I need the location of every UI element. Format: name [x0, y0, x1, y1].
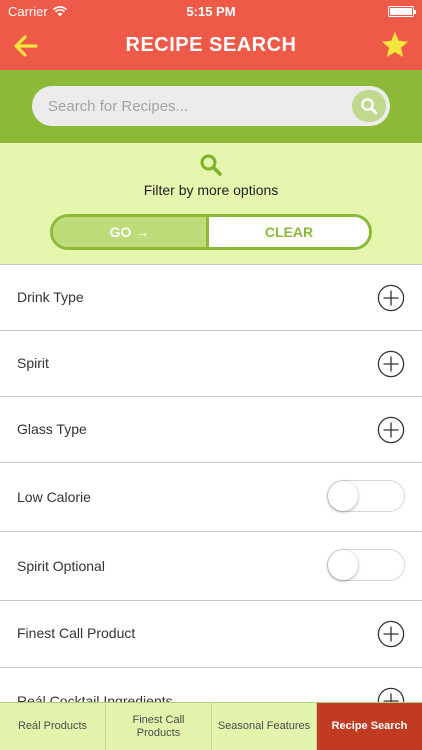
tab-finest-call-products[interactable]: Finest Call Products	[106, 703, 212, 750]
filter-caption: Filter by more options	[143, 182, 279, 198]
tab-real-products[interactable]: Reál Products	[0, 703, 106, 750]
tab-bar: Reál Products Finest Call Products Seaso…	[0, 702, 422, 750]
magnifier-icon	[200, 154, 222, 176]
expand-plus-icon[interactable]	[377, 620, 405, 648]
drink-type-label: Drink Type	[17, 289, 84, 305]
search-band	[0, 70, 422, 143]
real-cocktail-ingredients-label: Reál Cocktail Ingredients	[17, 693, 173, 702]
filter-panel: Filter by more options GO → CLEAR	[0, 143, 422, 264]
list-item-finest-call-product[interactable]: Finest Call Product	[0, 601, 422, 668]
list-item-spirit-optional: Spirit Optional	[0, 532, 422, 601]
search-input[interactable]	[48, 86, 348, 126]
search-icon	[361, 98, 378, 115]
filter-actions: GO → CLEAR	[50, 214, 372, 250]
finest-call-product-label: Finest Call Product	[17, 625, 136, 641]
tab-recipe-search[interactable]: Recipe Search	[317, 703, 422, 750]
low-calorie-label: Low Calorie	[17, 489, 91, 505]
go-button[interactable]: GO →	[53, 217, 206, 247]
nav-bar: RECIPE SEARCH	[0, 22, 422, 70]
low-calorie-toggle[interactable]	[327, 480, 405, 512]
search-button[interactable]	[352, 90, 386, 122]
status-bar: Carrier 5:15 PM	[0, 0, 422, 22]
search-box	[32, 86, 390, 126]
list-item-spirit[interactable]: Spirit	[0, 331, 422, 397]
list-item-glass-type[interactable]: Glass Type	[0, 397, 422, 463]
list-item-low-calorie: Low Calorie	[0, 463, 422, 532]
spirit-optional-label: Spirit Optional	[17, 558, 105, 574]
tab-seasonal-features[interactable]: Seasonal Features	[212, 703, 317, 750]
list-item-real-cocktail-ingredients[interactable]: Reál Cocktail Ingredients	[0, 668, 422, 702]
toggle-knob	[328, 550, 358, 580]
expand-plus-icon[interactable]	[377, 416, 405, 444]
list-item-drink-type[interactable]: Drink Type	[0, 265, 422, 331]
arrow-right-icon: →	[135, 224, 150, 240]
spirit-label: Spirit	[17, 355, 49, 371]
star-icon[interactable]	[380, 30, 410, 60]
toggle-knob	[328, 481, 358, 511]
battery-icon	[388, 6, 416, 17]
page-title: RECIPE SEARCH	[125, 34, 297, 56]
expand-plus-icon[interactable]	[377, 350, 405, 378]
expand-plus-icon[interactable]	[377, 284, 405, 312]
clock: 5:15 PM	[186, 4, 236, 19]
filter-options-list: Drink Type Spirit Glass Type Low Calorie…	[0, 264, 422, 702]
expand-plus-icon[interactable]	[377, 687, 405, 702]
go-label: GO	[109, 224, 132, 240]
glass-type-label: Glass Type	[17, 421, 87, 437]
spirit-optional-toggle[interactable]	[327, 549, 405, 581]
clear-button[interactable]: CLEAR	[206, 217, 369, 247]
